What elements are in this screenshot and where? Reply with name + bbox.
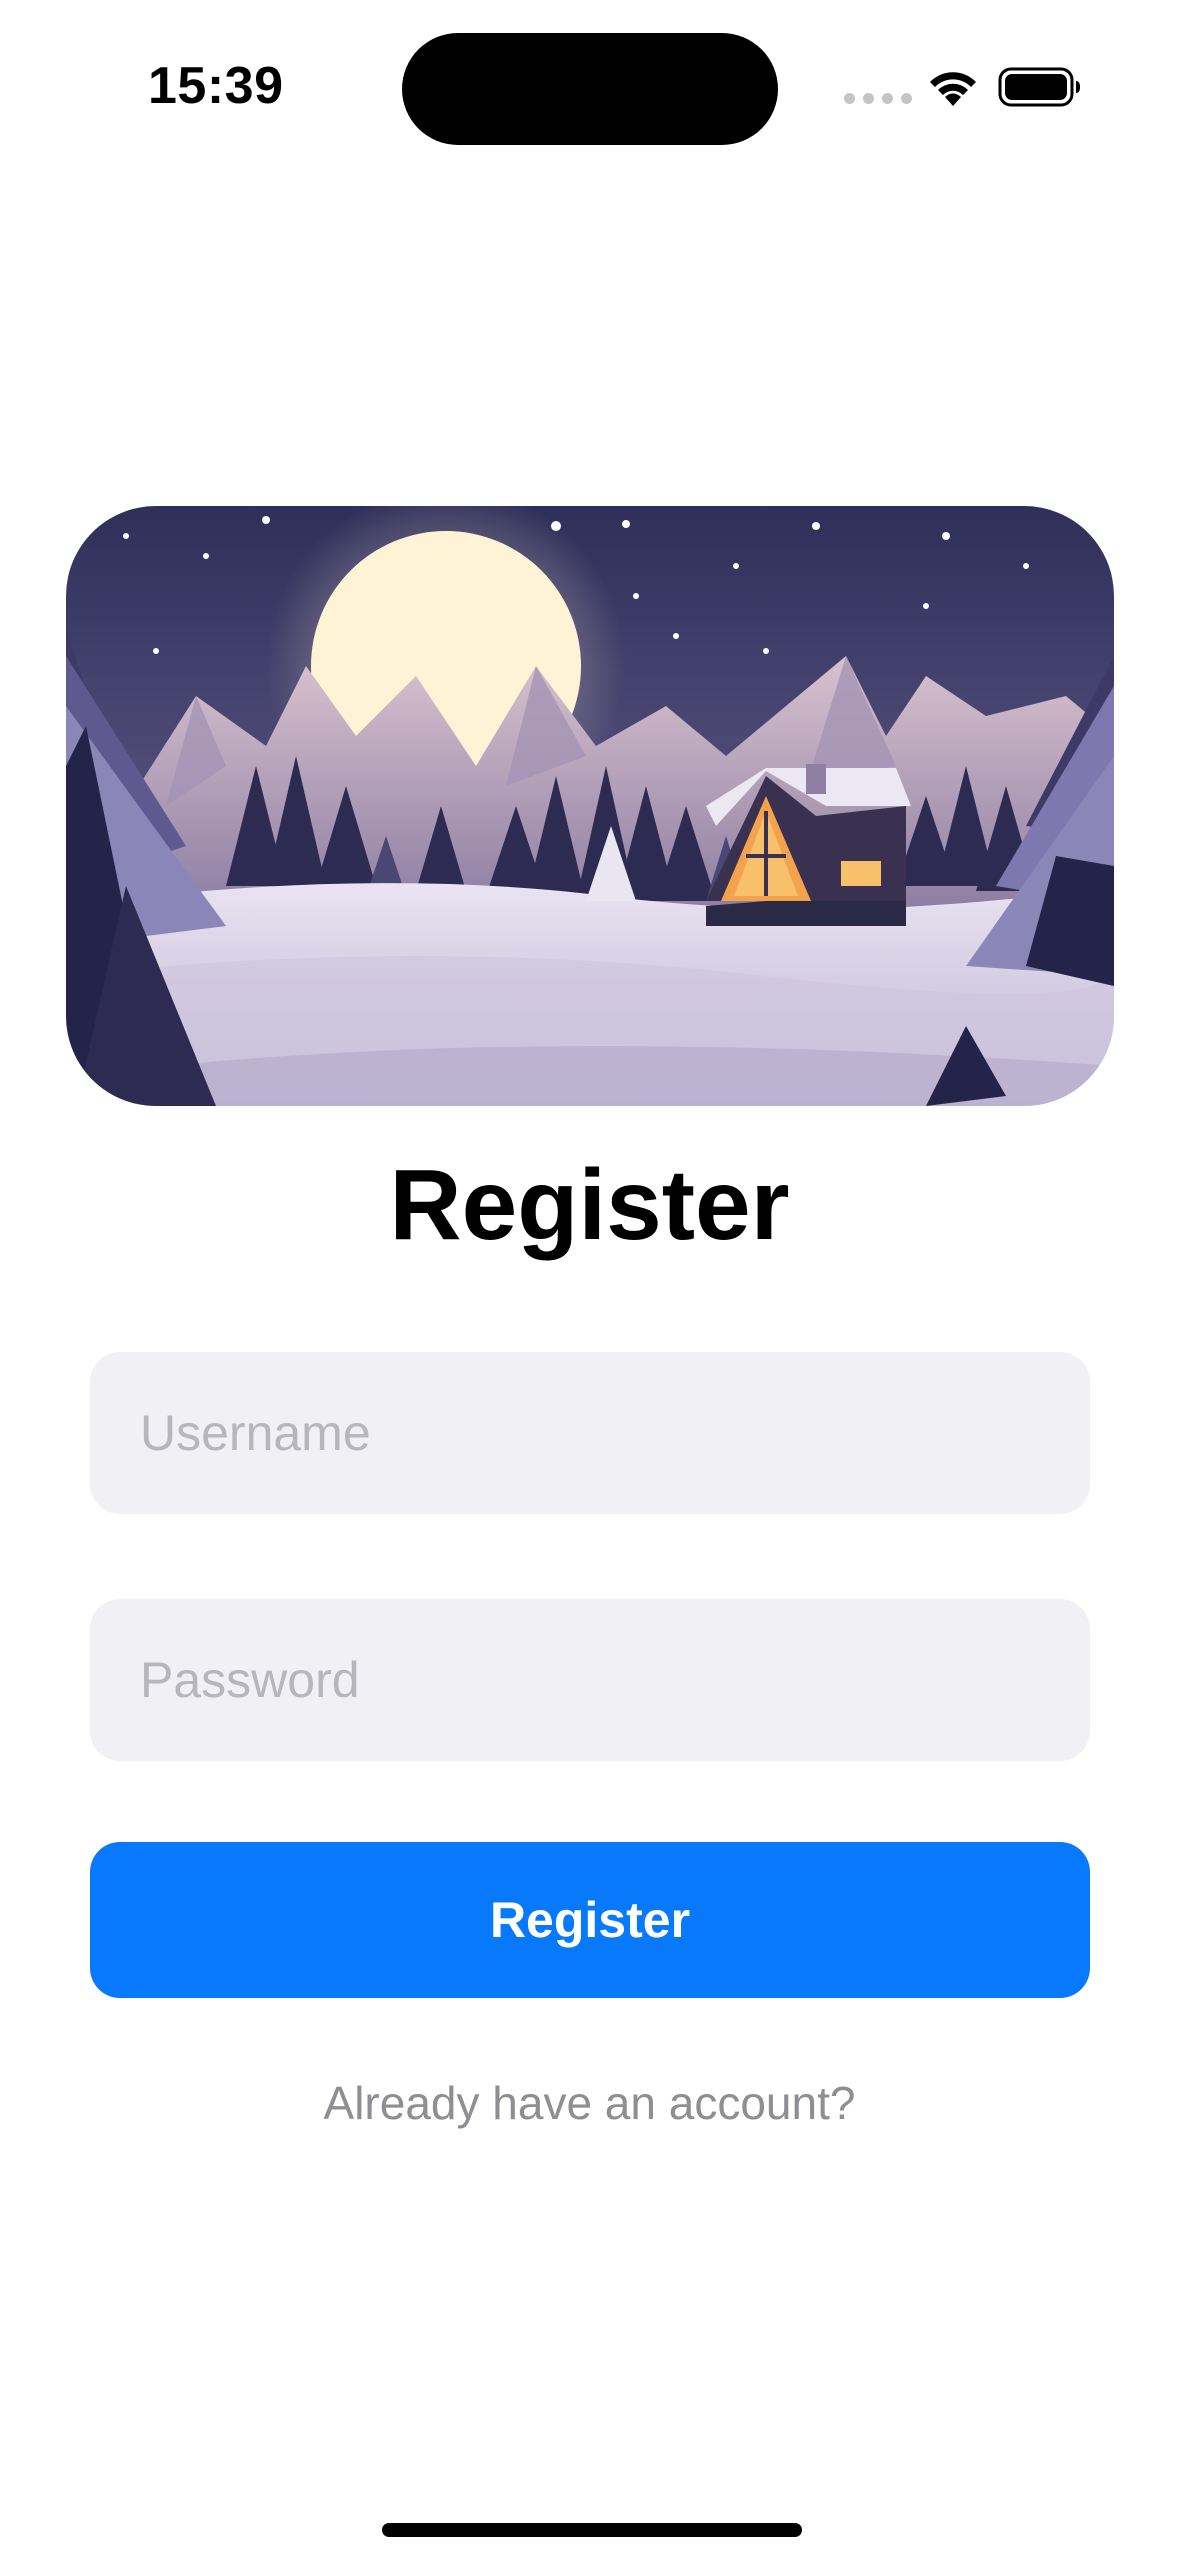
battery-icon bbox=[998, 67, 1080, 107]
register-button[interactable]: Register bbox=[90, 1842, 1090, 1998]
dynamic-island bbox=[402, 33, 778, 145]
home-indicator[interactable] bbox=[382, 2523, 802, 2537]
wifi-icon bbox=[930, 72, 976, 106]
status-time: 15:39 bbox=[148, 57, 284, 115]
password-field[interactable] bbox=[90, 1599, 1090, 1761]
login-link[interactable]: Already have an account? bbox=[0, 2076, 1179, 2130]
hero-image bbox=[66, 506, 1114, 1106]
cellular-signal-icon bbox=[844, 93, 912, 104]
register-screen: 15:39 Register Username Register Already… bbox=[0, 0, 1179, 2556]
username-input[interactable] bbox=[138, 1403, 1042, 1463]
page-title: Register bbox=[389, 1149, 790, 1261]
winter-cabin-illustration-icon bbox=[66, 506, 1114, 1106]
password-input[interactable] bbox=[138, 1650, 1042, 1710]
username-field[interactable] bbox=[90, 1352, 1090, 1514]
